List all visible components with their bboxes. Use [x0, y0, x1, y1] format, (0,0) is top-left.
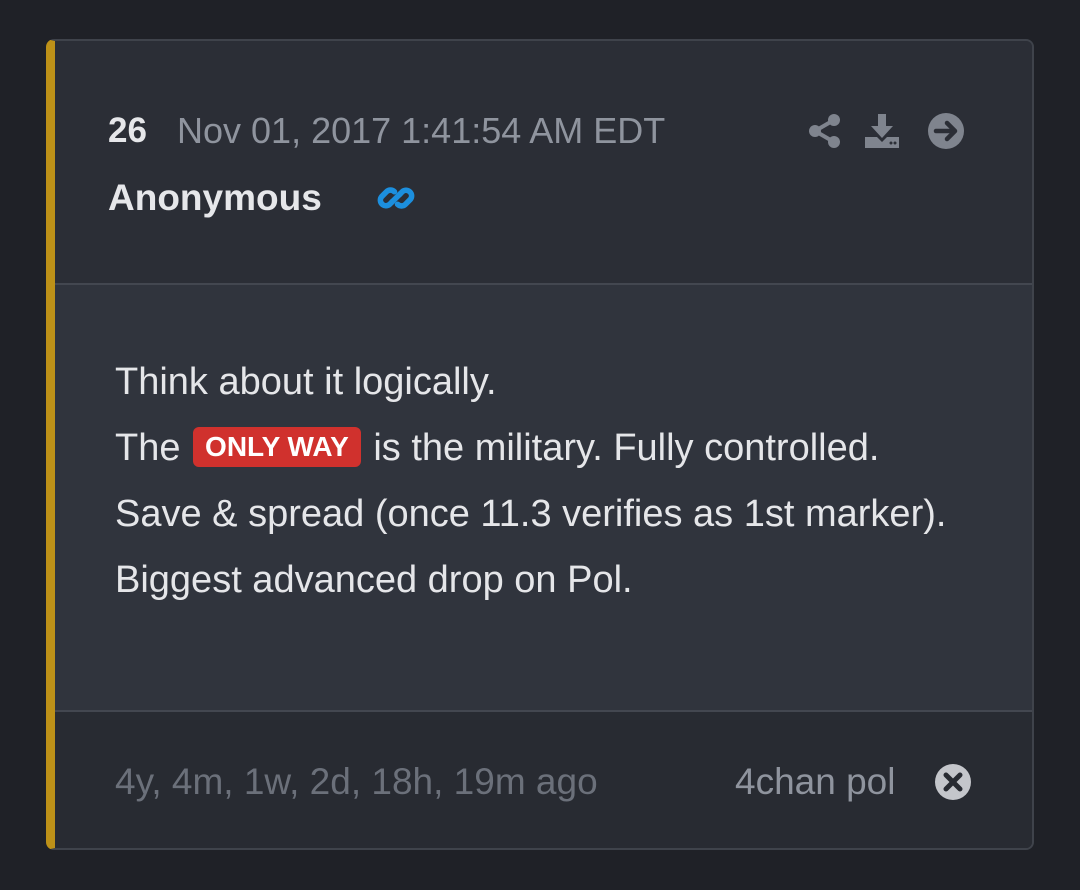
post-body: Think about it logically. The ONLY WAY i…	[55, 285, 1032, 712]
post-footer: 4y, 4m, 1w, 2d, 18h, 19m ago 4chan pol	[55, 712, 1032, 848]
message-text: is the military. Fully controlled.	[373, 427, 880, 469]
message-text: The	[115, 427, 181, 469]
post-header: 26 Nov 01, 2017 1:41:54 AM EDT Anonymous	[55, 41, 1032, 285]
message-line: The ONLY WAY is the military. Fully cont…	[115, 415, 995, 481]
elapsed-time: 4y, 4m, 1w, 2d, 18h, 19m ago	[115, 761, 598, 802]
post-message: Think about it logically. The ONLY WAY i…	[115, 349, 995, 613]
message-line: Biggest advanced drop on Pol.	[115, 559, 633, 601]
post-card: 26 Nov 01, 2017 1:41:54 AM EDT Anonymous	[46, 39, 1034, 850]
post-source[interactable]: 4chan pol	[735, 758, 895, 806]
post-timestamp: Nov 01, 2017 1:41:54 AM EDT	[177, 110, 666, 151]
share-icon[interactable]	[805, 111, 845, 151]
arrow-right-circle-icon[interactable]	[926, 111, 966, 151]
message-line: Think about it logically.	[115, 361, 497, 403]
link-icon[interactable]	[375, 177, 417, 219]
only-way-tag: ONLY WAY	[193, 427, 361, 467]
message-line: Save & spread (once 11.3 verifies as 1st…	[115, 493, 947, 535]
close-circle-icon[interactable]	[933, 762, 973, 802]
download-icon[interactable]	[862, 111, 902, 151]
post-author: Anonymous	[108, 177, 322, 218]
post-number[interactable]: 26	[108, 109, 147, 153]
